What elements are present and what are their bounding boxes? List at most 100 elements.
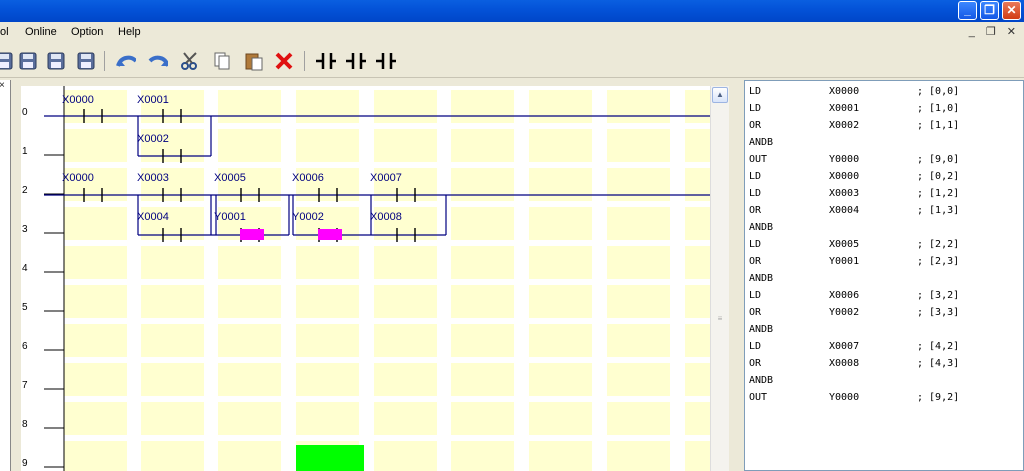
ladder-cell [685, 402, 710, 435]
menu-help[interactable]: Help [118, 26, 141, 38]
copy-icon[interactable] [212, 51, 232, 71]
ladder-cell [374, 402, 437, 435]
menu-online[interactable]: Online [25, 26, 57, 38]
ladder-cell [141, 363, 204, 396]
instruction-op: LD [749, 290, 762, 301]
ladder-cell [374, 90, 437, 123]
ladder-cell [529, 168, 592, 201]
scroll-up-button[interactable]: ▲ [712, 87, 728, 103]
ladder-diagram[interactable]: 0 1 2 3 4 5 6 7 8 9 X0000 X0001 X0002 X0000 X0003 X0005… [21, 86, 710, 471]
panel-close-icon[interactable]: × [0, 80, 9, 94]
close-button[interactable]: ✕ [1002, 1, 1021, 20]
menu-tool[interactable]: ol [0, 26, 9, 38]
ladder-cell [607, 207, 670, 240]
ladder-scrollbar[interactable]: ▲ ≡ [710, 86, 729, 471]
row-number: 5 [22, 302, 28, 313]
ladder-cell [607, 441, 670, 471]
instruction-arg: X0000 [829, 171, 860, 182]
ladder-cell [529, 324, 592, 357]
instruction-op: LD [749, 86, 762, 97]
ladder-cell [296, 402, 359, 435]
instruction-arg: X0006 [829, 290, 860, 301]
maximize-button[interactable]: ❐ [980, 1, 999, 20]
instruction-op: OR [749, 120, 762, 131]
ladder-cell [64, 129, 127, 162]
instruction-list[interactable]: LD X0000 ; [0,0] LD X0001 ; [1,0] OR X0002 ; [1,… [744, 80, 1024, 471]
instruction-op: OR [749, 205, 762, 216]
instruction-op: ANDB [749, 137, 774, 148]
ladder-cell [296, 324, 359, 357]
instruction-arg: X0000 [829, 86, 860, 97]
ladder-cell [296, 90, 359, 123]
instruction-pos: ; [2,3] [917, 256, 960, 267]
cut-icon[interactable] [180, 51, 200, 71]
instruction-arg: X0003 [829, 188, 860, 199]
save-all-icon[interactable] [46, 51, 66, 71]
instruction-pos: ; [1,3] [917, 205, 960, 216]
ladder-editor[interactable]: 0 1 2 3 4 5 6 7 8 9 X0000 X0001 X0002 X0000 X0003 X0005… [21, 86, 710, 471]
ladder-cell [451, 90, 514, 123]
contact-parallel-icon[interactable] [376, 51, 396, 71]
row-number: 0 [22, 107, 28, 118]
ladder-cell [451, 285, 514, 318]
ladder-cell [218, 402, 281, 435]
save-icon[interactable] [0, 51, 14, 71]
contact-label: X0003 [137, 172, 169, 184]
ladder-cell [607, 246, 670, 279]
ladder-cell [218, 246, 281, 279]
ladder-cell [529, 402, 592, 435]
instruction-pos: ; [9,0] [917, 154, 960, 165]
instruction-op: OR [749, 307, 762, 318]
instruction-op: LD [749, 341, 762, 352]
scroll-grip-icon[interactable]: ≡ [715, 314, 725, 324]
ladder-cell [218, 324, 281, 357]
contact-nc-icon[interactable] [346, 51, 366, 71]
instruction-op: ANDB [749, 222, 774, 233]
instruction-op: OR [749, 256, 762, 267]
minimize-button[interactable]: _ [958, 1, 977, 20]
instruction-op: LD [749, 188, 762, 199]
ladder-cell [296, 129, 359, 162]
instruction-arg: Y0000 [829, 154, 860, 165]
ladder-cell [218, 363, 281, 396]
menu-option[interactable]: Option [71, 26, 103, 38]
ladder-cell [451, 207, 514, 240]
ladder-cell [607, 324, 670, 357]
instruction-pos: ; [4,2] [917, 341, 960, 352]
row-number: 1 [22, 146, 28, 157]
save-as-icon[interactable] [18, 51, 38, 71]
instruction-pos: ; [4,3] [917, 358, 960, 369]
instruction-arg: X0005 [829, 239, 860, 250]
ladder-cell [64, 207, 127, 240]
save-copy-icon[interactable] [76, 51, 96, 71]
contact-no-icon[interactable] [316, 51, 336, 71]
ladder-cell [374, 363, 437, 396]
mdi-window-controls[interactable]: _ ❐ ✕ [969, 25, 1020, 38]
ladder-cell [451, 324, 514, 357]
ladder-cell [685, 441, 710, 471]
instruction-op: ANDB [749, 375, 774, 386]
ladder-cell [64, 402, 127, 435]
ladder-cell [296, 363, 359, 396]
contact-label: X0001 [137, 94, 169, 106]
ladder-cell [685, 168, 710, 201]
ladder-cell [685, 285, 710, 318]
ladder-cell [451, 129, 514, 162]
ladder-cell [218, 129, 281, 162]
ladder-cell [607, 402, 670, 435]
ladder-cell [141, 441, 204, 471]
undo-icon[interactable] [116, 51, 136, 71]
ladder-cell [607, 168, 670, 201]
selection-marker [240, 229, 264, 240]
redo-icon[interactable] [148, 51, 168, 71]
contact-label: X0006 [292, 172, 324, 184]
ladder-cell [64, 285, 127, 318]
ladder-cell [451, 246, 514, 279]
contact-label: Y0002 [292, 211, 324, 223]
ladder-cell [296, 246, 359, 279]
delete-icon[interactable] [274, 51, 294, 71]
instruction-pos: ; [3,2] [917, 290, 960, 301]
paste-icon[interactable] [244, 51, 264, 71]
ladder-cell [374, 441, 437, 471]
selection-marker [318, 229, 342, 240]
